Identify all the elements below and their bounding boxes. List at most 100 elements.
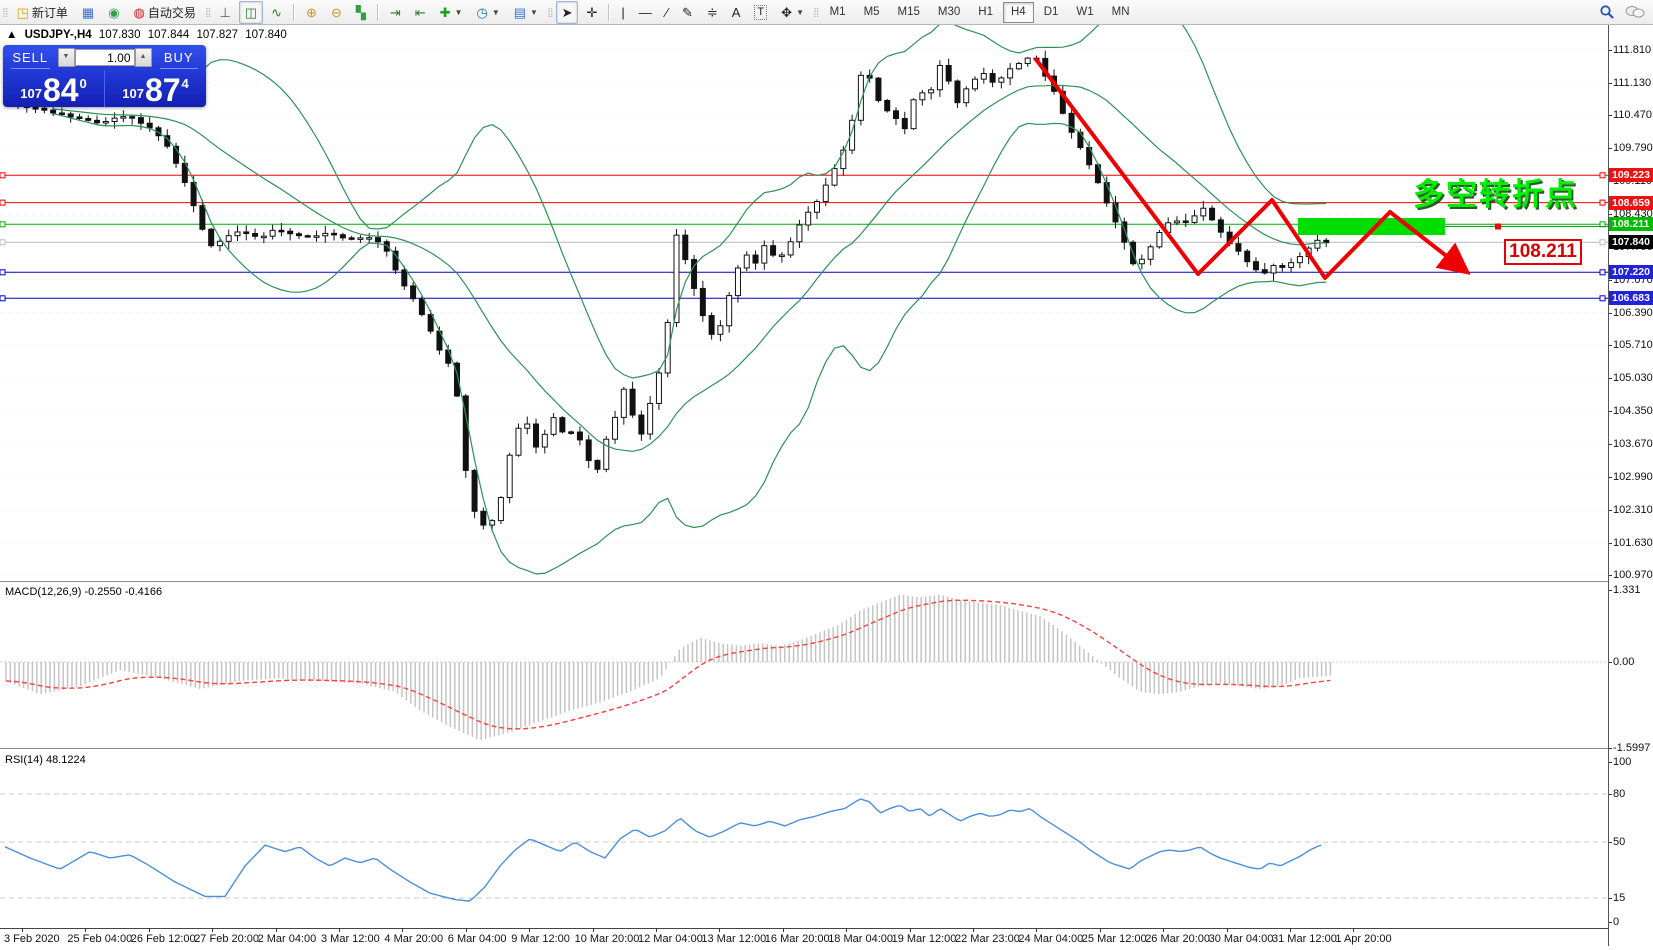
timeframe-m5[interactable]: M5	[856, 2, 888, 23]
time-tick: 25 Feb 04:00	[67, 933, 132, 945]
price-axis[interactable]: 111.810111.130110.470109.790109.110108.4…	[1608, 25, 1653, 946]
buy-price[interactable]: 107 87 4	[105, 70, 206, 107]
volume-down-button[interactable]: ▼	[58, 48, 75, 67]
price-tick: 104.350	[1613, 405, 1653, 417]
timeframe-m15[interactable]: M15	[890, 2, 928, 23]
bar-chart-button[interactable]: ⊥	[214, 1, 237, 24]
vertical-line-button[interactable]: |	[615, 1, 630, 24]
ohlc-low: 107.827	[196, 29, 238, 41]
crosshair-icon: ✛	[586, 6, 597, 19]
price-level-label[interactable]: 108.211	[1504, 239, 1582, 265]
candle-chart-button[interactable]: ◫	[239, 1, 263, 24]
auto-trading-icon: ◍	[134, 6, 145, 19]
cursor-button[interactable]: ➤	[556, 1, 579, 24]
separator	[293, 4, 295, 21]
vertical-line-icon: |	[621, 6, 624, 19]
chart-shift-button[interactable]: ⇤	[409, 1, 432, 24]
time-tick: 13 Mar 12:00	[701, 933, 766, 945]
templates-icon: ▤	[514, 6, 526, 19]
tile-windows-button[interactable]: ▚	[350, 1, 372, 24]
timeframe-m30[interactable]: M30	[930, 2, 968, 23]
main-price-chart[interactable]	[0, 25, 1608, 581]
candle-chart-icon: ◫	[245, 6, 257, 19]
timeframe-h4[interactable]: H4	[1003, 2, 1034, 23]
toolbar: ⣿ ◳ 新订单 ▦ ◉ ◍ 自动交易 ⣿ ⊥ ◫ ∿ ⊕ ⊖ ▚	[0, 0, 1653, 25]
toolbar-grip: ⣿	[813, 7, 819, 18]
fibonacci-icon: ≑	[707, 6, 718, 19]
buy-price-point: 4	[182, 76, 189, 91]
auto-scroll-button[interactable]: ⇥	[384, 1, 407, 24]
macd-tick: -1.5997	[1613, 742, 1650, 754]
zoom-in-icon: ⊕	[306, 6, 317, 19]
chevron-down-icon: ▼	[455, 8, 463, 17]
rsi-panel[interactable]	[0, 751, 1608, 928]
chat-icon[interactable]	[1625, 5, 1645, 20]
templates-button[interactable]: ▤ ▼	[508, 1, 544, 24]
timeframe-h1[interactable]: H1	[970, 2, 1001, 23]
time-tick: 1 Apr 20:00	[1335, 933, 1391, 945]
toolbar-grip: ⣿	[2, 7, 8, 18]
timeframe-d1[interactable]: D1	[1036, 2, 1067, 23]
sell-button[interactable]: SELL	[3, 50, 58, 65]
time-tick: 16 Mar 20:00	[765, 933, 830, 945]
chart-area[interactable]: ▲ USDJPY-,H4 107.830 107.844 107.827 107…	[0, 25, 1608, 929]
price-badge-107.840: 107.840	[1609, 235, 1653, 249]
buy-price-figure: 107	[122, 86, 144, 101]
symbol-name: USDJPY-,H4	[25, 29, 92, 41]
symbol-info-bar: ▲ USDJPY-,H4 107.830 107.844 107.827 107…	[6, 29, 291, 41]
zoom-in-button[interactable]: ⊕	[300, 1, 323, 24]
volume-input[interactable]	[75, 49, 135, 66]
new-order-button[interactable]: ◳ 新订单	[11, 1, 74, 24]
chart-marker-icon: ▲	[6, 29, 17, 41]
zoom-out-button[interactable]: ⊖	[325, 1, 348, 24]
search-icon[interactable]	[1599, 4, 1615, 20]
time-tick: 25 Mar 12:00	[1082, 933, 1147, 945]
timeframe-w1[interactable]: W1	[1068, 2, 1101, 23]
time-tick: 22 Mar 23:00	[955, 933, 1020, 945]
charts-button[interactable]: ▦	[76, 1, 100, 24]
periods-icon: ◷	[476, 6, 487, 19]
periods-button[interactable]: ◷ ▼	[470, 1, 505, 24]
time-axis[interactable]: 3 Feb 202025 Feb 04:0026 Feb 12:0027 Feb…	[0, 929, 1608, 950]
text-label-button[interactable]: T	[748, 1, 773, 24]
price-badge-108.659: 108.659	[1609, 196, 1653, 210]
sell-price[interactable]: 107 84 0	[3, 70, 105, 107]
price-badge-106.683: 106.683	[1609, 291, 1653, 305]
add-indicator-button[interactable]: ✚ ▼	[434, 1, 469, 24]
timeframe-mn[interactable]: MN	[1104, 2, 1138, 23]
time-tick: 2 Mar 04:00	[258, 933, 317, 945]
crosshair-button[interactable]: ✛	[580, 1, 603, 24]
fibonacci-button[interactable]: ≑	[701, 1, 724, 24]
price-tick: 106.390	[1613, 307, 1653, 319]
separator	[377, 4, 379, 21]
time-tick: 24 Mar 04:00	[1018, 933, 1083, 945]
ohlc-close: 107.840	[245, 29, 287, 41]
arrow-styles-button[interactable]: ✥ ▼	[775, 1, 810, 24]
community-button[interactable]: ◉	[102, 1, 125, 24]
sell-price-point: 0	[80, 76, 87, 91]
rsi-tick: 80	[1613, 788, 1625, 800]
time-tick: 12 Mar 04:00	[638, 933, 703, 945]
trendline-button[interactable]: ∕	[660, 1, 674, 24]
buy-button[interactable]: BUY	[152, 50, 207, 65]
text-icon: A	[732, 6, 741, 19]
one-click-trading-panel: SELL ▼ ▲ BUY 107 84 0 107 87 4	[3, 45, 206, 107]
volume-up-button[interactable]: ▲	[135, 48, 152, 67]
text-label-icon: T	[754, 5, 767, 20]
line-chart-button[interactable]: ∿	[265, 1, 288, 24]
timeframe-m1[interactable]: M1	[822, 2, 854, 23]
time-tick: 6 Mar 04:00	[448, 933, 507, 945]
time-tick: 3 Mar 12:00	[321, 933, 380, 945]
auto-scroll-icon: ⇥	[390, 6, 401, 19]
turning-point-annotation[interactable]: 多空转折点	[1413, 169, 1578, 214]
text-button[interactable]: A	[726, 1, 747, 24]
horizontal-line-button[interactable]: —	[633, 1, 658, 24]
sell-price-figure: 107	[20, 86, 42, 101]
separator	[608, 4, 610, 21]
auto-trading-button[interactable]: ◍ 自动交易	[128, 1, 202, 24]
rsi-tick: 50	[1613, 836, 1625, 848]
macd-label: MACD(12,26,9) -0.2550 -0.4166	[5, 586, 162, 598]
equidistant-channel-button[interactable]: ✎	[676, 1, 699, 24]
macd-panel[interactable]	[0, 584, 1608, 748]
price-badge-107.220: 107.220	[1609, 265, 1653, 279]
